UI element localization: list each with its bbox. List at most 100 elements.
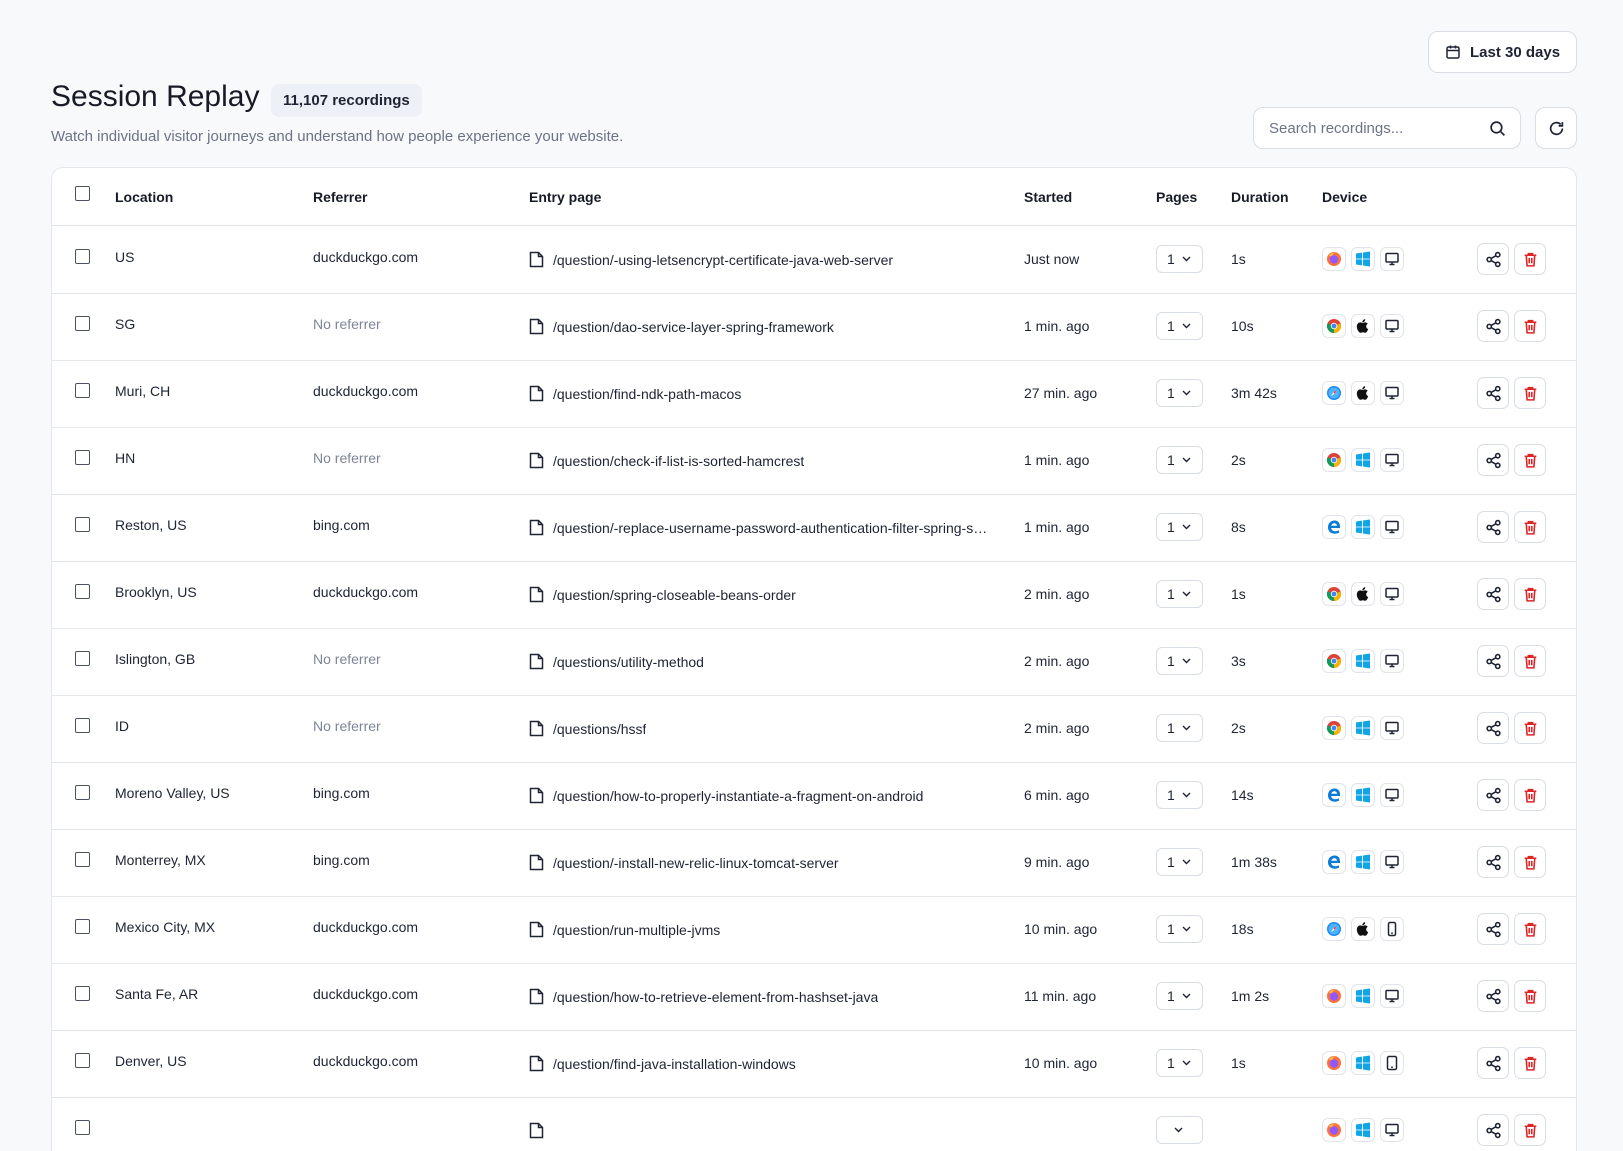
entry-page-cell[interactable]: /question/find-ndk-path-macos bbox=[529, 385, 741, 402]
row-checkbox[interactable] bbox=[75, 651, 90, 666]
pages-dropdown[interactable]: 1 bbox=[1156, 915, 1203, 943]
column-header-referrer[interactable]: Referrer bbox=[313, 189, 367, 205]
share-button[interactable] bbox=[1477, 846, 1509, 878]
entry-page-cell[interactable]: /question/spring-closeable-beans-order bbox=[529, 586, 796, 603]
delete-button[interactable] bbox=[1514, 1114, 1546, 1146]
entry-page-cell[interactable]: /question/dao-service-layer-spring-frame… bbox=[529, 318, 834, 335]
pages-dropdown[interactable]: 1 bbox=[1156, 982, 1203, 1010]
search-icon[interactable] bbox=[1489, 120, 1506, 137]
column-header-device[interactable]: Device bbox=[1322, 189, 1367, 205]
pages-dropdown[interactable]: 1 bbox=[1156, 647, 1203, 675]
pages-dropdown[interactable]: 1 bbox=[1156, 446, 1203, 474]
table-row[interactable]: Brooklyn, US duckduckgo.com /question/sp… bbox=[52, 560, 1576, 629]
share-button[interactable] bbox=[1477, 779, 1509, 811]
date-range-button[interactable]: Last 30 days bbox=[1428, 31, 1577, 73]
delete-button[interactable] bbox=[1514, 913, 1546, 945]
row-checkbox[interactable] bbox=[75, 450, 90, 465]
table-row[interactable] bbox=[52, 1096, 1576, 1151]
share-button[interactable] bbox=[1477, 1114, 1509, 1146]
delete-button[interactable] bbox=[1514, 511, 1546, 543]
share-button[interactable] bbox=[1477, 377, 1509, 409]
share-button[interactable] bbox=[1477, 980, 1509, 1012]
table-row[interactable]: Monterrey, MX bing.com /question/-instal… bbox=[52, 828, 1576, 897]
share-button[interactable] bbox=[1477, 645, 1509, 677]
table-row[interactable]: Moreno Valley, US bing.com /question/how… bbox=[52, 761, 1576, 830]
column-header-pages[interactable]: Pages bbox=[1156, 189, 1197, 205]
delete-button[interactable] bbox=[1514, 846, 1546, 878]
entry-page-cell[interactable]: /question/find-java-installation-windows bbox=[529, 1055, 796, 1072]
share-button[interactable] bbox=[1477, 511, 1509, 543]
delete-button[interactable] bbox=[1514, 377, 1546, 409]
pages-dropdown[interactable]: 1 bbox=[1156, 312, 1203, 340]
column-header-started[interactable]: Started bbox=[1024, 189, 1072, 205]
entry-page-cell[interactable]: /question/-install-new-relic-linux-tomca… bbox=[529, 854, 839, 871]
refresh-button[interactable] bbox=[1535, 107, 1577, 149]
pages-dropdown[interactable]: 1 bbox=[1156, 1049, 1203, 1077]
entry-page-cell[interactable]: /question/how-to-retrieve-element-from-h… bbox=[529, 988, 878, 1005]
row-checkbox[interactable] bbox=[75, 383, 90, 398]
share-button[interactable] bbox=[1477, 444, 1509, 476]
entry-page-cell[interactable]: /question/check-if-list-is-sorted-hamcre… bbox=[529, 452, 804, 469]
pages-dropdown[interactable]: 1 bbox=[1156, 513, 1203, 541]
desktop-icon bbox=[1380, 649, 1404, 673]
share-button[interactable] bbox=[1477, 578, 1509, 610]
delete-button[interactable] bbox=[1514, 645, 1546, 677]
delete-button[interactable] bbox=[1514, 712, 1546, 744]
column-header-entry-page[interactable]: Entry page bbox=[529, 189, 601, 205]
share-button[interactable] bbox=[1477, 310, 1509, 342]
delete-button[interactable] bbox=[1514, 980, 1546, 1012]
table-row[interactable]: Santa Fe, AR duckduckgo.com /question/ho… bbox=[52, 962, 1576, 1031]
row-checkbox[interactable] bbox=[75, 316, 90, 331]
pages-dropdown[interactable]: 1 bbox=[1156, 580, 1203, 608]
row-checkbox[interactable] bbox=[75, 919, 90, 934]
table-row[interactable]: Islington, GB No referrer /questions/uti… bbox=[52, 627, 1576, 696]
pages-dropdown[interactable]: 1 bbox=[1156, 714, 1203, 742]
row-checkbox[interactable] bbox=[75, 785, 90, 800]
delete-button[interactable] bbox=[1514, 444, 1546, 476]
column-header-duration[interactable]: Duration bbox=[1231, 189, 1289, 205]
share-button[interactable] bbox=[1477, 1047, 1509, 1079]
entry-page-cell[interactable]: /questions/hssf bbox=[529, 720, 646, 737]
table-row[interactable]: Denver, US duckduckgo.com /question/find… bbox=[52, 1029, 1576, 1098]
table-row[interactable]: Reston, US bing.com /question/-replace-u… bbox=[52, 493, 1576, 562]
table-row[interactable]: Muri, CH duckduckgo.com /question/find-n… bbox=[52, 359, 1576, 428]
pages-dropdown[interactable]: 1 bbox=[1156, 781, 1203, 809]
entry-page-cell[interactable]: /question/-replace-username-password-aut… bbox=[529, 519, 993, 536]
table-row[interactable]: HN No referrer /question/check-if-list-i… bbox=[52, 426, 1576, 495]
pages-dropdown[interactable]: 1 bbox=[1156, 379, 1203, 407]
entry-page-cell[interactable]: /question/how-to-properly-instantiate-a-… bbox=[529, 787, 923, 804]
share-button[interactable] bbox=[1477, 712, 1509, 744]
column-header-location[interactable]: Location bbox=[115, 189, 173, 205]
delete-button[interactable] bbox=[1514, 779, 1546, 811]
row-checkbox[interactable] bbox=[75, 517, 90, 532]
entry-page-cell[interactable]: /questions/utility-method bbox=[529, 653, 704, 670]
row-checkbox[interactable] bbox=[75, 718, 90, 733]
table-row[interactable]: SG No referrer /question/dao-service-lay… bbox=[52, 292, 1576, 361]
pages-dropdown[interactable] bbox=[1156, 1116, 1203, 1144]
started-cell: Just now bbox=[1024, 251, 1080, 267]
delete-button[interactable] bbox=[1514, 310, 1546, 342]
row-checkbox[interactable] bbox=[75, 584, 90, 599]
row-checkbox[interactable] bbox=[75, 249, 90, 264]
row-checkbox[interactable] bbox=[75, 1053, 90, 1068]
delete-button[interactable] bbox=[1514, 243, 1546, 275]
search-input[interactable] bbox=[1269, 119, 1489, 137]
row-checkbox[interactable] bbox=[75, 1120, 90, 1135]
table-row[interactable]: US duckduckgo.com /question/-using-letse… bbox=[52, 225, 1576, 294]
table-row[interactable]: ID No referrer /questions/hssf 2 min. ag… bbox=[52, 694, 1576, 763]
pages-dropdown[interactable]: 1 bbox=[1156, 245, 1203, 273]
entry-page-cell[interactable]: /question/-using-letsencrypt-certificate… bbox=[529, 251, 893, 268]
apple-icon bbox=[1351, 314, 1375, 338]
delete-button[interactable] bbox=[1514, 578, 1546, 610]
entry-page-cell[interactable]: /question/run-multiple-jvms bbox=[529, 921, 720, 938]
table-row[interactable]: Mexico City, MX duckduckgo.com /question… bbox=[52, 895, 1576, 964]
share-icon bbox=[1485, 318, 1501, 334]
entry-page-cell[interactable] bbox=[529, 1122, 553, 1139]
row-checkbox[interactable] bbox=[75, 986, 90, 1001]
select-all-checkbox[interactable] bbox=[75, 186, 90, 201]
pages-dropdown[interactable]: 1 bbox=[1156, 848, 1203, 876]
share-button[interactable] bbox=[1477, 913, 1509, 945]
row-checkbox[interactable] bbox=[75, 852, 90, 867]
share-button[interactable] bbox=[1477, 243, 1509, 275]
delete-button[interactable] bbox=[1514, 1047, 1546, 1079]
